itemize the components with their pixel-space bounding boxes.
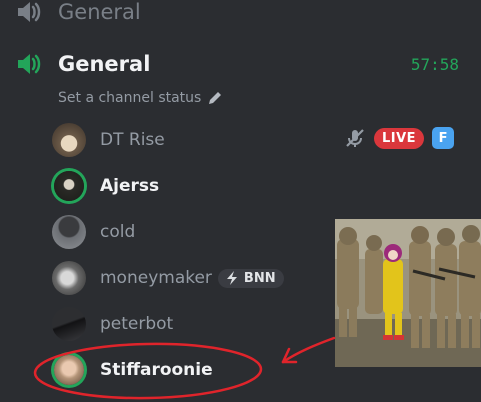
voice-user-ajerss[interactable]: Ajerss <box>52 166 472 206</box>
username: Ajerss <box>100 176 160 196</box>
muted-mic-icon <box>346 129 364 147</box>
channel-name: General <box>58 52 151 76</box>
channel-timer: 57:58 <box>410 54 459 74</box>
bolt-icon <box>226 271 237 285</box>
avatar <box>54 355 84 385</box>
voice-channel-general-top[interactable]: General <box>0 0 481 28</box>
pencil-icon <box>209 92 222 104</box>
channel-name: General <box>58 0 141 24</box>
avatar <box>52 215 86 249</box>
voice-channel-general-active[interactable]: General 57:58 <box>0 48 481 80</box>
soldiers-photo <box>335 219 481 367</box>
speaker-icon <box>18 54 41 74</box>
live-badge[interactable]: LIVE <box>374 127 425 149</box>
set-channel-status-button[interactable]: Set a channel status <box>58 87 223 109</box>
username: moneymaker <box>100 268 212 288</box>
clan-tag[interactable]: BNN <box>217 268 284 288</box>
username: peterbot <box>100 314 174 334</box>
channel-status-placeholder: Set a channel status <box>58 90 202 106</box>
avatar <box>52 123 86 157</box>
voice-channel-panel: General General 57:58 Set a channel stat… <box>0 0 481 402</box>
avatar <box>54 171 84 201</box>
speaker-icon <box>18 2 41 22</box>
username: DT Rise <box>100 130 165 150</box>
avatar <box>52 261 86 295</box>
stream-indicators: LIVE F <box>344 127 455 149</box>
clan-tag-label: BNN <box>243 270 276 286</box>
activity-badge[interactable]: F <box>432 127 455 149</box>
avatar <box>52 307 86 341</box>
username: cold <box>100 222 136 242</box>
username: Stiffaroonie <box>100 360 213 380</box>
